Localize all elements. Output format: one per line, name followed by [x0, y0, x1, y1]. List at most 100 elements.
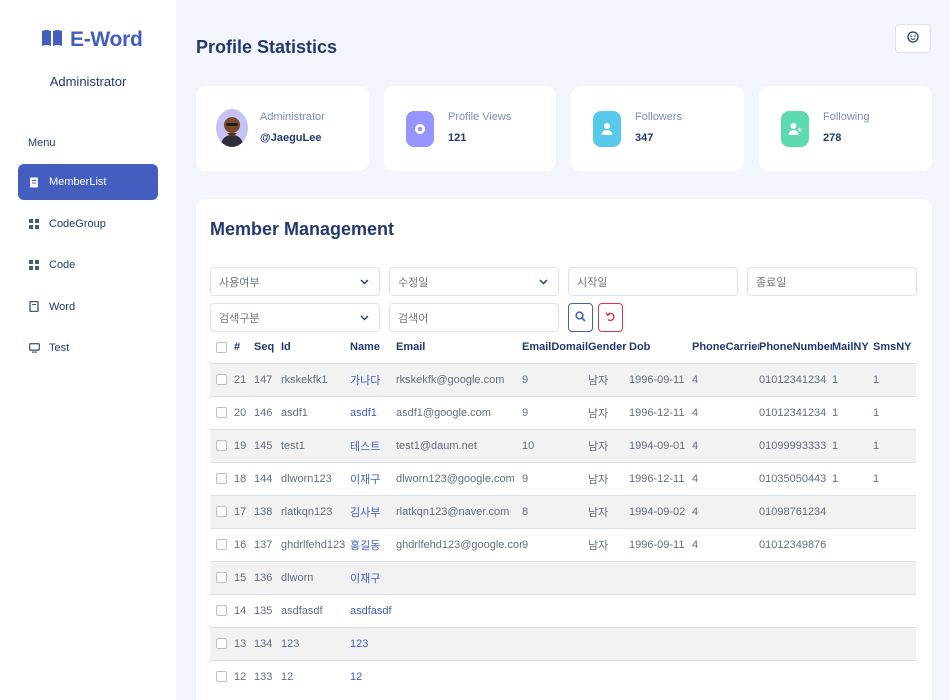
table-cell[interactable]: 12: [350, 659, 396, 693]
start-date-input[interactable]: 시작일: [568, 267, 738, 296]
row-checkbox[interactable]: [210, 560, 234, 594]
use-yn-select[interactable]: 사용여부: [210, 267, 380, 296]
sidebar-item-test[interactable]: Test: [18, 330, 158, 366]
table-row[interactable]: 17 138 rlatkqn123 김사부 rlatkqn123@naver.com 8 남…: [210, 494, 916, 528]
table-cell: [759, 659, 832, 693]
user-icon: [593, 111, 621, 147]
row-checkbox[interactable]: [210, 527, 234, 561]
keyword-input[interactable]: 검색어: [389, 303, 559, 332]
panel-title: Member Management: [210, 219, 395, 239]
table-cell: 4: [692, 461, 759, 495]
table-cell: 12: [234, 659, 254, 693]
column-header: SmsNY: [873, 341, 912, 354]
table-cell: [522, 560, 588, 594]
search-button[interactable]: [568, 303, 593, 332]
column-header: MailNY: [832, 341, 869, 354]
sidebar-item-label: Test: [49, 342, 70, 354]
table-cell: asdfasdf: [281, 593, 350, 627]
sidebar-item-code[interactable]: Code: [18, 247, 158, 283]
table-row[interactable]: 14 135 asdfasdf asdfasdf: [210, 593, 916, 627]
sidebar-item-memberlist[interactable]: MemberList: [18, 164, 158, 200]
table-cell: 18: [234, 461, 254, 495]
table-cell[interactable]: asdf1: [350, 395, 396, 429]
table-row[interactable]: 15 136 dlworn 이재구: [210, 560, 916, 594]
table-cell: 01035050443: [759, 461, 832, 495]
table-cell: 15: [234, 560, 254, 594]
table-cell[interactable]: 가나다: [350, 362, 396, 396]
table-cell[interactable]: 테스트: [350, 428, 396, 462]
select-value: 사용여부: [219, 276, 260, 289]
sidebar-item-codegroup[interactable]: CodeGroup: [18, 206, 158, 242]
end-date-input[interactable]: 종료일: [747, 267, 917, 296]
table-cell: 137: [254, 527, 281, 561]
menu-title: Menu: [28, 137, 56, 149]
document-icon: [28, 176, 40, 188]
table-cell: [873, 527, 916, 561]
smile-icon: [907, 30, 919, 48]
row-checkbox[interactable]: [210, 494, 234, 528]
row-checkbox[interactable]: [210, 461, 234, 495]
table-cell: 138: [254, 494, 281, 528]
table-cell[interactable]: 이재구: [350, 560, 396, 594]
table-cell: [588, 659, 629, 693]
column-header: Name: [350, 341, 380, 354]
table-cell: 남자: [588, 362, 629, 396]
table-cell: 1996-12-11: [629, 395, 692, 429]
search-icon: [575, 309, 586, 327]
user-plus-icon: [781, 111, 809, 147]
select-all-checkbox[interactable]: [210, 332, 234, 363]
row-checkbox[interactable]: [210, 395, 234, 429]
table-cell: 1: [873, 428, 916, 462]
theme-toggle-button[interactable]: [895, 24, 931, 53]
table-cell: 123: [281, 626, 350, 660]
table-cell: [629, 659, 692, 693]
table-cell: 1994-09-01: [629, 428, 692, 462]
table-cell: 4: [692, 527, 759, 561]
table-cell: [588, 593, 629, 627]
select-value: 검색구분: [219, 312, 260, 325]
table-cell: [629, 560, 692, 594]
table-cell: 1: [873, 362, 916, 396]
table-row[interactable]: 20 146 asdf1 asdf1 asdf1@google.com 9 남자 1996-1…: [210, 395, 916, 429]
table-header-row: # Seq Id Name Email EmailDomail Gender D…: [210, 332, 916, 363]
table-cell: 147: [254, 362, 281, 396]
table-row[interactable]: 12 133 12 12: [210, 659, 916, 693]
table-row[interactable]: 18 144 dlworn123 이재구 dlworn123@google.com 9 남자…: [210, 461, 916, 495]
table-cell: 146: [254, 395, 281, 429]
table-cell[interactable]: 123: [350, 626, 396, 660]
input-placeholder: 검색어: [398, 312, 429, 325]
search-type-select[interactable]: 검색구분: [210, 303, 380, 332]
row-checkbox[interactable]: [210, 626, 234, 660]
table-cell: [873, 593, 916, 627]
table-cell: 남자: [588, 428, 629, 462]
reset-button[interactable]: [598, 303, 623, 332]
table-cell: [396, 560, 522, 594]
table-cell: 1: [832, 461, 873, 495]
table-cell[interactable]: 홍길동: [350, 527, 396, 561]
stat-card-followers: Followers 347: [571, 86, 744, 171]
table-cell: 1: [832, 395, 873, 429]
member-management-panel: Member Management 사용여부 수정일 시작일 종료일 검색구분 …: [196, 199, 932, 700]
table-cell: 134: [254, 626, 281, 660]
table-cell[interactable]: asdfasdf: [350, 593, 396, 627]
column-header: Email: [396, 341, 426, 354]
table-row[interactable]: 21 147 rkskekfk1 가나다 rkskekfk@google.com 9 남자 1…: [210, 362, 916, 396]
table-cell: 9: [522, 395, 588, 429]
table-cell: 12: [281, 659, 350, 693]
row-checkbox[interactable]: [210, 593, 234, 627]
table-cell[interactable]: 김사부: [350, 494, 396, 528]
table-row[interactable]: 19 145 test1 테스트 test1@daum.net 10 남자 1994-09-0…: [210, 428, 916, 462]
stat-value: 347: [635, 132, 654, 144]
member-table: # Seq Id Name Email EmailDomail Gender D…: [210, 332, 916, 693]
table-row[interactable]: 16 137 ghdrlfehd123 홍길동 ghdrlfehd123@google.…: [210, 527, 916, 561]
modified-date-select[interactable]: 수정일: [389, 267, 559, 296]
table-cell: 1996-09-11: [629, 362, 692, 396]
row-checkbox[interactable]: [210, 362, 234, 396]
row-checkbox[interactable]: [210, 659, 234, 693]
sidebar-item-word[interactable]: Word: [18, 289, 158, 325]
table-cell: [629, 593, 692, 627]
row-checkbox[interactable]: [210, 428, 234, 462]
app-logo[interactable]: E-Word: [41, 28, 143, 52]
table-row[interactable]: 13 134 123 123: [210, 626, 916, 660]
table-cell[interactable]: 이재구: [350, 461, 396, 495]
